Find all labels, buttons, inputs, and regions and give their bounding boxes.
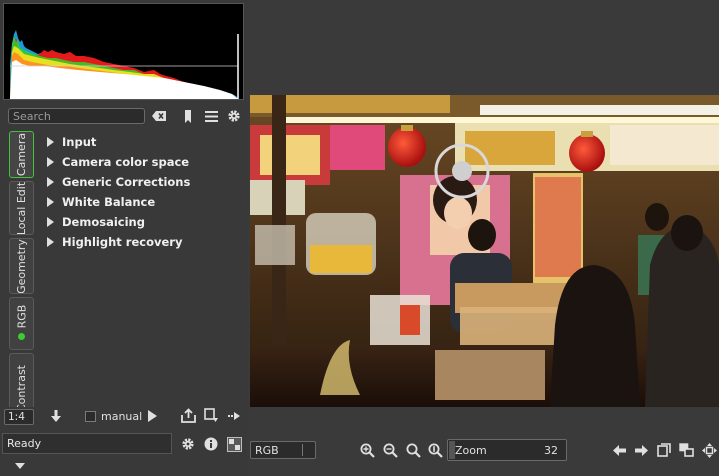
detail-zoom-select[interactable]: 1:4 [4, 409, 34, 425]
zoom-100-icon[interactable] [427, 442, 443, 458]
status-text: Ready [2, 433, 172, 454]
arrow-down-icon[interactable] [48, 409, 64, 423]
tool-label: White Balance [62, 195, 156, 209]
tool-label: Demosaicing [62, 215, 145, 229]
next-image-icon[interactable] [633, 442, 649, 458]
tab-geometry-label: Geometry [15, 238, 29, 294]
tool-label: Input [62, 135, 97, 149]
tool-panel: Camera Local Edit Geometry RGB Contrast … [0, 0, 247, 476]
tool-input[interactable]: Input [47, 133, 96, 151]
expand-arrow-icon [47, 137, 54, 147]
bottom-toolbar: RGB Zoom 32 [247, 430, 719, 476]
tab-geometry[interactable]: Geometry [9, 238, 34, 294]
tab-local-edit[interactable]: Local Edit [9, 181, 34, 235]
tool-demosaicing[interactable]: Demosaicing [47, 213, 145, 231]
detach-window-icon[interactable] [656, 442, 672, 458]
search-row [0, 106, 247, 126]
zoom-value: 32 [544, 444, 558, 457]
export-icon[interactable] [180, 407, 196, 423]
fullscreen-icon[interactable] [701, 442, 717, 458]
zoom-out-icon[interactable] [382, 442, 398, 458]
dropdown-arrow-icon[interactable] [12, 458, 28, 474]
bookmark-icon[interactable] [180, 109, 196, 123]
manual-label: manual [101, 410, 143, 423]
histogram [3, 3, 244, 100]
tool-highlight-recovery[interactable]: Highlight recovery [47, 233, 182, 251]
search-input[interactable] [8, 108, 145, 124]
tool-generic-corrections[interactable]: Generic Corrections [47, 173, 190, 191]
copy-settings-icon[interactable] [203, 407, 219, 422]
tab-contrast-label: Contrast [15, 364, 29, 407]
active-dot-icon [18, 333, 25, 340]
tab-rgb[interactable]: RGB [9, 297, 34, 350]
menu-icon[interactable] [203, 109, 219, 123]
tool-label: Camera color space [62, 155, 190, 169]
clear-search-icon[interactable] [151, 109, 167, 123]
tool-white-balance[interactable]: White Balance [47, 193, 155, 211]
tool-camera-color-space[interactable]: Camera color space [47, 153, 189, 171]
expand-arrow-icon [47, 157, 54, 167]
image-viewer[interactable] [247, 0, 719, 410]
zoom-slider[interactable]: Zoom 32 [447, 439, 567, 461]
compare-icon[interactable] [678, 442, 694, 458]
channel-select[interactable]: RGB [250, 441, 316, 459]
info-icon[interactable] [203, 436, 219, 452]
tab-rgb-label: RGB [15, 304, 28, 329]
zoom-fit-icon[interactable] [405, 442, 421, 458]
gear-icon[interactable] [226, 109, 242, 123]
tab-camera-label: Camera [15, 132, 29, 177]
tab-local-edit-label: Local Edit [15, 181, 28, 235]
fast-export-icon[interactable] [226, 409, 242, 423]
expand-arrow-icon [47, 197, 54, 207]
preferences-gear-icon[interactable] [180, 436, 196, 452]
expand-arrow-icon [47, 217, 54, 227]
manual-checkbox[interactable] [85, 411, 96, 422]
detail-zoom-row: 1:4 manual [0, 406, 247, 428]
expand-arrow-icon [47, 237, 54, 247]
tool-label: Highlight recovery [62, 235, 183, 249]
play-icon[interactable] [144, 409, 160, 423]
tab-camera[interactable]: Camera [9, 131, 34, 178]
preview-image[interactable] [250, 95, 719, 407]
expand-arrow-icon [47, 177, 54, 187]
layout-icon[interactable] [226, 436, 242, 452]
zoom-in-icon[interactable] [359, 442, 375, 458]
tool-label: Generic Corrections [62, 175, 191, 189]
previous-image-icon[interactable] [611, 442, 627, 458]
tab-contrast[interactable]: Contrast [9, 353, 34, 407]
zoom-label: Zoom [455, 444, 487, 457]
